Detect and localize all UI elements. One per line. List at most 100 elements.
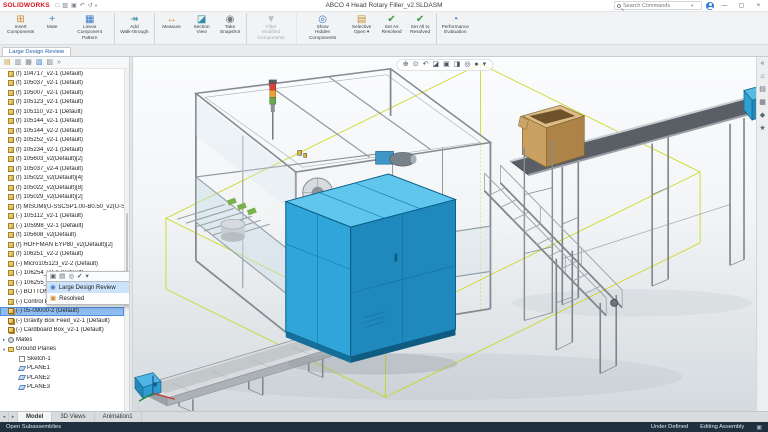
taskpane-collapse-icon[interactable]: «	[761, 60, 765, 68]
minimize-button[interactable]: —	[718, 1, 731, 11]
measure-button[interactable]: ↔ Measure	[157, 13, 187, 44]
status-tag-icon[interactable]: ▣	[756, 424, 762, 431]
context-open-icon[interactable]: ▣	[50, 273, 56, 281]
component-type-icon	[8, 156, 14, 163]
tree-item[interactable]: (f) 105603_v2(Default)[2]	[0, 155, 124, 165]
view-settings-caret[interactable]: ▾	[483, 61, 487, 69]
view-orientation-icon[interactable]: ▣	[443, 61, 450, 69]
performance-evaluation-button[interactable]: ◔ Performance Evaluation	[439, 13, 472, 44]
tree-item[interactable]: (f) 105022_v2(Default)[8]	[0, 183, 124, 193]
tab-model[interactable]: Model	[18, 412, 53, 422]
panel-tabs-overflow[interactable]: »	[57, 58, 61, 67]
tree-item[interactable]: (f) 105252_v2-1 (Default)	[0, 136, 124, 146]
search-caret-icon[interactable]: ▾	[691, 3, 693, 9]
tree-item[interactable]: (f) 105029_v2(Default)[2]	[0, 193, 124, 203]
graphics-area[interactable]: ⊕ ⊙ ↶ ◪ ▣ ◨ ◎ ● ▾	[133, 57, 756, 411]
tree-item[interactable]: PLANE2	[0, 373, 124, 383]
mate-button[interactable]: + Mate	[37, 13, 67, 44]
tree-item[interactable]: Sketch-1	[0, 354, 124, 364]
tab-large-design-review[interactable]: Large Design Review	[2, 47, 72, 56]
incline-conveyor[interactable]	[483, 164, 623, 374]
tank-component[interactable]	[220, 218, 246, 242]
tab-animation1[interactable]: Animation1	[95, 412, 142, 422]
save-icon[interactable]: ▣	[71, 3, 77, 9]
section-view-icon[interactable]: ◪	[432, 61, 439, 69]
propertymanager-tab[interactable]: ▥	[15, 58, 22, 67]
tree-item[interactable]: (-) Micro105123_v2-2 (Default)	[0, 259, 124, 269]
tree-item[interactable]: (f) 105037_v2-4 (Default)	[0, 164, 124, 174]
appearances-icon[interactable]: ●	[474, 61, 478, 69]
component-label: (f) 105144_v2-2 (Default)	[16, 127, 84, 134]
rebuild-icon[interactable]: ↺	[88, 3, 93, 9]
set-all-to-resolved-button[interactable]: ✔ Set All to Resolved	[407, 13, 437, 44]
tree-item[interactable]: ▸ Mates	[0, 335, 124, 345]
linear-component-pattern-button[interactable]: ▦ Linear Component Pattern	[67, 13, 116, 44]
cardboard-box[interactable]	[518, 104, 586, 168]
take-snapshot-button[interactable]: ◉ Take Snapshot	[217, 13, 247, 44]
quick-access-caret-icon[interactable]: ▾	[95, 3, 97, 9]
tree-item[interactable]: (f) 106251_v2-2 (Default)	[0, 250, 124, 260]
maximize-button[interactable]: ▢	[735, 1, 748, 11]
tree-item[interactable]: (f) HOFFMAN EYP80_v2(Default)[2]	[0, 240, 124, 250]
add-walk-through-button[interactable]: ↠ Add Walk-through	[117, 13, 155, 44]
appearances-scenes-icon[interactable]: ◆	[760, 112, 765, 120]
tree-item[interactable]: PLANE1	[0, 364, 124, 374]
selective-open-button[interactable]: ▤ Selective Open ▾	[347, 13, 377, 44]
filter-modified-components-button[interactable]: ▼ Filter Modified Components	[249, 13, 297, 44]
ribbon-button-icon: ◉	[225, 14, 235, 25]
menu-item-large-design-review[interactable]: ◉ Large Design Review	[47, 282, 129, 293]
previous-view-icon[interactable]: ↶	[423, 61, 429, 69]
tree-item[interactable]: (f) 105007_v2-1 (Default)	[0, 88, 124, 98]
design-library-icon[interactable]: ▤	[759, 86, 766, 94]
displaymanager-tab[interactable]: ▨	[47, 58, 54, 67]
context-more-icon[interactable]: ▾	[85, 273, 88, 281]
set-as-resolved-button[interactable]: ✔ Set As Resolved	[377, 13, 407, 44]
tree-item[interactable]: (f) 105110_v2-1 (Default)	[0, 107, 124, 117]
solidworks-resources-icon[interactable]: ⌂	[760, 73, 764, 81]
editing-mode-status: Editing Assembly	[700, 424, 745, 430]
tree-item[interactable]: (f) MISUMI(U-SSCSP1.00-B0.50_v2(U-SSCSP1…	[0, 202, 124, 212]
custom-properties-icon[interactable]: ★	[759, 125, 765, 133]
tree-item[interactable]: ▾ Ground Planes	[0, 345, 124, 355]
file-explorer-icon[interactable]: ▦	[759, 99, 766, 107]
tree-item[interactable]: (f) 105022_v2(Default)[4]	[0, 174, 124, 184]
tree-item[interactable]: (f) 105144_v2-2 (Default)	[0, 126, 124, 136]
context-hide-icon[interactable]: ◎	[68, 273, 74, 281]
tree-item[interactable]: (-) Cardboard Box_v2-1 (Default)	[0, 326, 124, 336]
context-isolate-icon[interactable]: ▤	[59, 273, 65, 281]
tree-item[interactable]: (-) 105998_v2-1 (Default)	[0, 221, 124, 231]
tree-item[interactable]: (-) 105112_v2-1 (Default)	[0, 212, 124, 222]
tree-item[interactable]: (f) 104717_v2-1 (Default)	[0, 69, 124, 79]
configurationmanager-tab[interactable]: ▦	[25, 58, 32, 67]
hide-show-items-icon[interactable]: ◎	[464, 61, 470, 69]
search-input[interactable]	[623, 2, 689, 9]
tree-item[interactable]: (f) 105037_v2-1 (Default)	[0, 79, 124, 89]
close-button[interactable]: ×	[752, 1, 765, 11]
featuremanager-tab[interactable]: ▤	[4, 58, 11, 67]
tree-scrollbar[interactable]	[124, 69, 129, 411]
tree-item[interactable]: (-) Gravity Box Feed_v2-1 (Default)	[0, 316, 124, 326]
tree-item[interactable]: PLANE3	[0, 383, 124, 393]
tree-item[interactable]: (f) 105144_v2-1 (Default)	[0, 117, 124, 127]
tab-3d-views[interactable]: 3D Views	[52, 412, 95, 422]
user-account-icon[interactable]	[706, 1, 714, 10]
insert-components-button[interactable]: ⊞ Insert Components	[4, 13, 37, 44]
show-hidden-components-button[interactable]: ◎ Show Hidden Components	[299, 13, 347, 44]
new-document-icon[interactable]: □	[56, 3, 60, 9]
tree-item[interactable]: (f) 105123_v2-1 (Default)	[0, 98, 124, 108]
open-icon[interactable]: ▨	[62, 3, 68, 9]
menu-item-resolved[interactable]: ▣ Resolved	[47, 293, 129, 304]
display-style-icon[interactable]: ◨	[454, 61, 461, 69]
command-search-box[interactable]: ▾	[614, 1, 702, 10]
dimxpertmanager-tab[interactable]: ▧	[36, 58, 43, 67]
tree-item[interactable]: (f) 105234_v2-1 (Default)	[0, 145, 124, 155]
tree-item[interactable]: (-) 05-09000-2 (Default)	[0, 306, 124, 316]
tab-scroll-right-icon[interactable]: ▸	[9, 412, 18, 422]
tree-item[interactable]: (f) 105608_v2(Default)	[0, 231, 124, 241]
undo-icon[interactable]: ↶	[80, 3, 85, 9]
zoom-to-area-icon[interactable]: ⊙	[413, 61, 419, 69]
section-view-button[interactable]: ◪ Section View	[187, 13, 217, 44]
zoom-to-fit-icon[interactable]: ⊕	[403, 61, 409, 69]
tab-scroll-left-icon[interactable]: ◂	[0, 412, 9, 422]
context-resolve-icon[interactable]: ✔	[77, 273, 82, 281]
